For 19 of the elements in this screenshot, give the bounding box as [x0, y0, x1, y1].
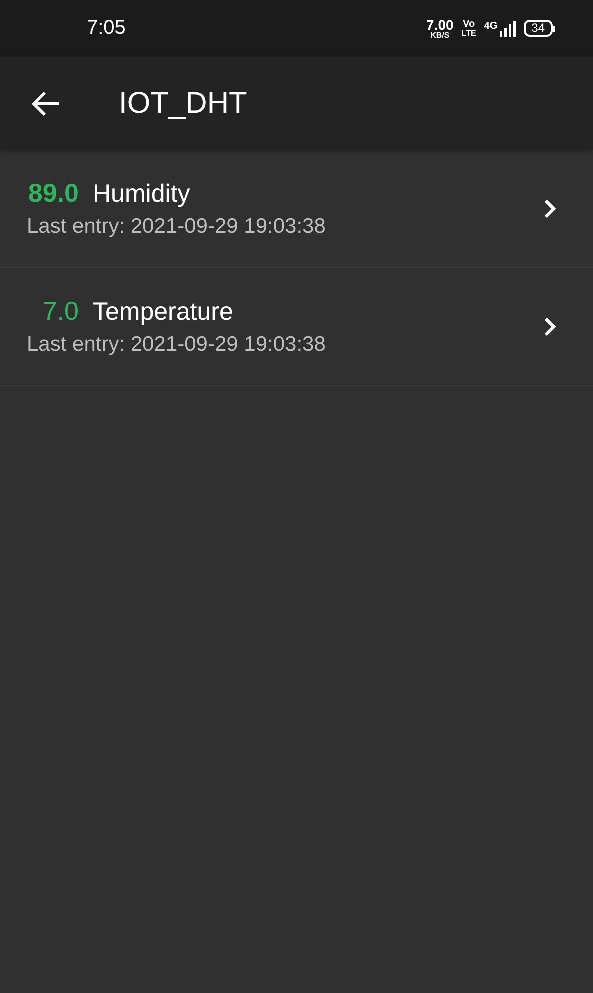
channel-value: 7.0: [42, 296, 79, 327]
network-speed: 7.00: [426, 18, 454, 32]
channel-row[interactable]: 7.0 Temperature Last entry: 2021-09-29 19:03:38: [0, 268, 593, 386]
last-entry-text: Last entry: 2021-09-29 19:03:38: [27, 333, 327, 357]
channel-name: Humidity: [93, 180, 190, 209]
screen-title: IOT_DHT: [119, 86, 248, 120]
speed-unit: KB/S: [430, 32, 450, 40]
channel-name: Temperature: [93, 298, 234, 327]
channel-row[interactable]: 89.0 Humidity Last entry: 2021-09-29 19:03:38: [0, 150, 593, 268]
clock: 7:05: [87, 17, 127, 40]
chevron-icon: [543, 316, 557, 338]
battery-icon: 34: [524, 20, 555, 37]
chevron-icon: [543, 198, 557, 220]
signal-icon: [500, 20, 516, 36]
network-type: 4G: [484, 20, 498, 32]
last-entry-text: Last entry: 2021-09-29 19:03:38: [27, 215, 327, 239]
volte-label: Vo: [463, 20, 476, 30]
channel-value: 89.0: [27, 178, 79, 209]
volte-label: LTE: [462, 30, 476, 38]
